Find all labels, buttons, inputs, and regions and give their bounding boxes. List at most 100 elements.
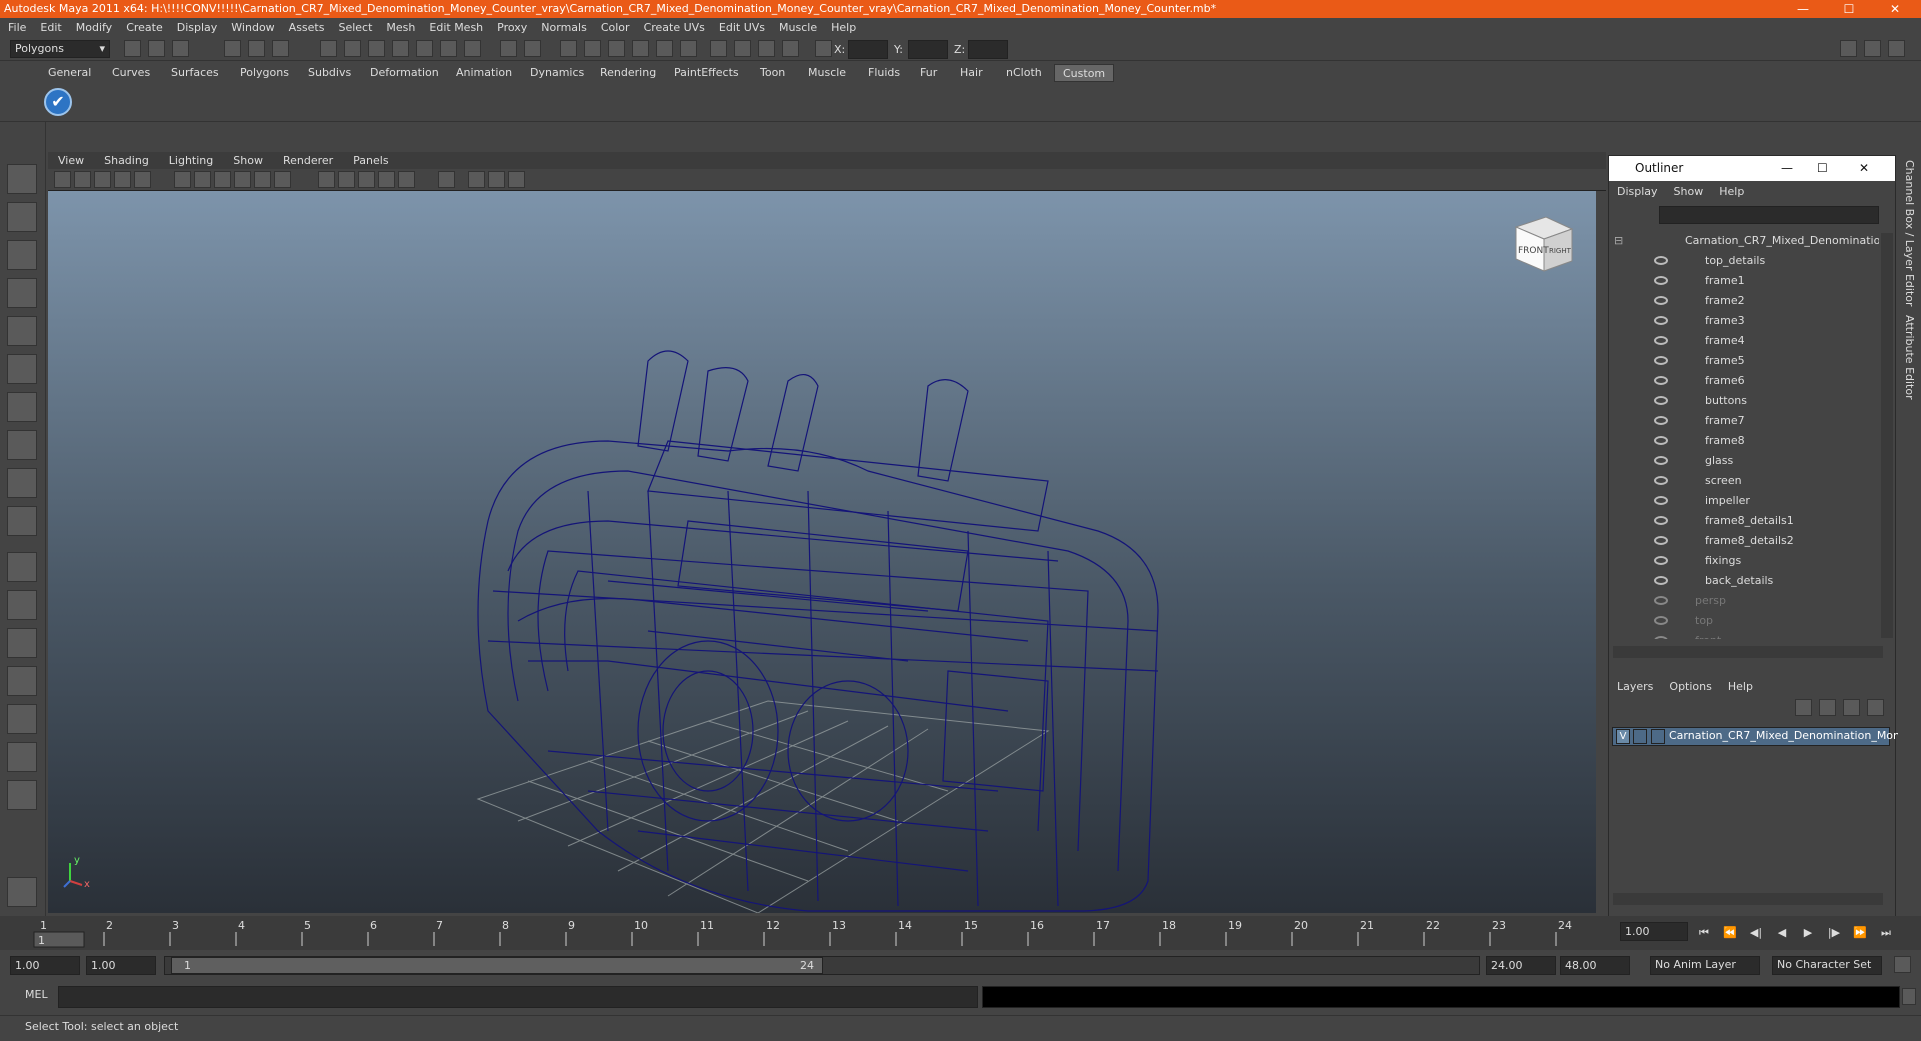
menu-edit[interactable]: Edit: [40, 21, 61, 34]
outliner-camera-item[interactable]: persp: [1609, 591, 1879, 611]
viewport-menu-lighting[interactable]: Lighting: [169, 154, 213, 167]
tool-settings-toggle-icon[interactable]: [1888, 40, 1905, 57]
persp-graph-layout-icon[interactable]: [7, 742, 37, 772]
play-forwards-icon[interactable]: ▶: [1798, 926, 1818, 942]
transform-mode-icon[interactable]: [815, 40, 832, 57]
menu-window[interactable]: Window: [231, 21, 274, 34]
outliner-item[interactable]: frame1: [1609, 271, 1879, 291]
render-settings-icon[interactable]: [608, 40, 625, 57]
shelf-tab-fur[interactable]: Fur: [912, 64, 945, 82]
open-scene-icon[interactable]: [148, 40, 165, 57]
menu-display[interactable]: Display: [177, 21, 218, 34]
go-to-end-icon[interactable]: ⏭: [1876, 926, 1896, 942]
channel-box-tab[interactable]: Channel Box / Layer Editor: [1903, 160, 1916, 307]
menu-select[interactable]: Select: [338, 21, 372, 34]
safe-action-icon[interactable]: [508, 171, 525, 188]
maximize-button[interactable]: ☐: [1826, 0, 1872, 18]
y-field[interactable]: [908, 40, 948, 59]
mel-label[interactable]: MEL: [25, 988, 48, 1001]
outliner-item[interactable]: glass: [1609, 451, 1879, 471]
snap-curve-icon[interactable]: [344, 40, 361, 57]
shelf-tab-fluids[interactable]: Fluids: [860, 64, 908, 82]
graph-pane-layout-icon[interactable]: [7, 666, 37, 696]
range-slider-track[interactable]: 1 24: [164, 956, 1480, 975]
z-field[interactable]: [968, 40, 1008, 59]
menu-mesh[interactable]: Mesh: [386, 21, 415, 34]
outliner-horizontal-scrollbar[interactable]: [1613, 646, 1883, 658]
outliner-camera-item[interactable]: top: [1609, 611, 1879, 631]
playback-start-field[interactable]: 1.00: [86, 956, 156, 975]
step-back-frame-icon[interactable]: ◀|: [1746, 926, 1766, 942]
hypershade-pane-layout-icon[interactable]: [7, 704, 37, 734]
display-layer-row[interactable]: V Carnation_CR7_Mixed_Denomination_Money…: [1612, 727, 1919, 746]
layers-menu-layers[interactable]: Layers: [1617, 680, 1653, 693]
shelf-tab-dynamics[interactable]: Dynamics: [522, 64, 592, 82]
outliner-filter-input[interactable]: [1659, 206, 1879, 224]
snap-plane-icon[interactable]: [392, 40, 409, 57]
shelf-tab-painteffects[interactable]: PaintEffects: [666, 64, 747, 82]
outliner-item[interactable]: frame8: [1609, 431, 1879, 451]
select-object-icon[interactable]: [248, 40, 265, 57]
outliner-minimize-button[interactable]: —: [1781, 156, 1793, 181]
go-to-start-icon[interactable]: ⏮: [1694, 926, 1714, 942]
layer-color-swatch[interactable]: [1651, 729, 1665, 744]
layer-template-toggle[interactable]: [1633, 729, 1647, 744]
camera-icon[interactable]: [680, 40, 697, 57]
select-hierarchy-icon[interactable]: [224, 40, 241, 57]
menu-modify[interactable]: Modify: [76, 21, 112, 34]
menu-set-dropdown[interactable]: Polygons ▾: [10, 40, 110, 58]
outliner-menu-show[interactable]: Show: [1674, 185, 1704, 198]
time-slider[interactable]: 1 2 3 4 5 6 7 8 9 10 11 12 13 14 15 16 17 18 19 20 21 22 23 24 1…: [0, 916, 1921, 950]
checkmark-icon[interactable]: ✔: [44, 88, 72, 116]
animation-start-field[interactable]: 1.00: [10, 956, 80, 975]
channel-box-toggle-icon[interactable]: [1840, 40, 1857, 57]
outliner-item[interactable]: impeller: [1609, 491, 1879, 511]
outliner-toggle-icon[interactable]: [758, 40, 775, 57]
auto-key-icon[interactable]: [1894, 956, 1911, 973]
play-backwards-icon[interactable]: ◀: [1772, 926, 1792, 942]
help-icon[interactable]: [464, 40, 481, 57]
xray-icon[interactable]: [274, 171, 291, 188]
outliner-menu-display[interactable]: Display: [1617, 185, 1658, 198]
snap-point-icon[interactable]: [368, 40, 385, 57]
viewport-menu-panels[interactable]: Panels: [353, 154, 388, 167]
perspective-viewport[interactable]: x y: [48, 191, 1596, 913]
outliner-item[interactable]: top_details: [1609, 251, 1879, 271]
outliner-item[interactable]: frame8_details1: [1609, 511, 1879, 531]
outliner-item[interactable]: screen: [1609, 471, 1879, 491]
layer-editor-toggle-icon[interactable]: [1864, 40, 1881, 57]
shaded-cube-icon[interactable]: [338, 171, 355, 188]
display-icon[interactable]: [710, 40, 727, 57]
outliner-item[interactable]: frame8_details2: [1609, 531, 1879, 551]
textured-icon[interactable]: [214, 171, 231, 188]
current-time-field[interactable]: 1.00: [1620, 922, 1688, 941]
outliner-item[interactable]: frame4: [1609, 331, 1879, 351]
outliner-item[interactable]: back_details: [1609, 571, 1879, 591]
camera-select-icon[interactable]: [54, 171, 71, 188]
viewport-menu-show[interactable]: Show: [233, 154, 263, 167]
select-component-icon[interactable]: [272, 40, 289, 57]
shelf-tab-general[interactable]: General: [40, 64, 99, 82]
viewcube[interactable]: FRONT RIGHT: [1508, 209, 1580, 284]
range-slider-handle[interactable]: 1 24: [171, 957, 823, 974]
script-editor-icon[interactable]: [1902, 988, 1916, 1005]
outliner-item[interactable]: frame3: [1609, 311, 1879, 331]
lasso-tool-icon[interactable]: [7, 202, 37, 232]
outliner-menu-help[interactable]: Help: [1719, 185, 1744, 198]
layers-menu-help[interactable]: Help: [1728, 680, 1753, 693]
collapse-toolbox-icon[interactable]: [7, 780, 37, 810]
menu-file[interactable]: File: [8, 21, 26, 34]
four-pane-layout-icon[interactable]: [7, 590, 37, 620]
menu-muscle[interactable]: Muscle: [779, 21, 817, 34]
new-scene-icon[interactable]: [124, 40, 141, 57]
outliner-pane-layout-icon[interactable]: [7, 628, 37, 658]
menu-edit-mesh[interactable]: Edit Mesh: [429, 21, 483, 34]
save-scene-icon[interactable]: [172, 40, 189, 57]
outliner-item[interactable]: fixings: [1609, 551, 1879, 571]
shelf-tab-surfaces[interactable]: Surfaces: [163, 64, 227, 82]
new-layer-icon[interactable]: [1795, 699, 1812, 716]
all-lights-icon[interactable]: [378, 171, 395, 188]
outliner-close-button[interactable]: ✕: [1859, 156, 1869, 181]
render-icon[interactable]: [560, 40, 577, 57]
camera-attributes-icon[interactable]: [74, 171, 91, 188]
